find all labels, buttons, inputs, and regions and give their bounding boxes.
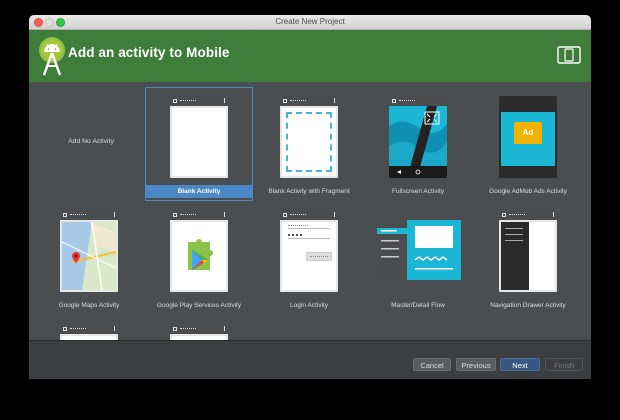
tile-preview bbox=[256, 88, 362, 182]
tile-row3-item-1[interactable] bbox=[36, 316, 142, 340]
tile-preview bbox=[146, 202, 252, 296]
activity-gallery[interactable]: Add No Activity Blank Activity Blank Act… bbox=[29, 82, 591, 340]
tile-preview bbox=[256, 202, 362, 296]
tile-preview bbox=[365, 202, 471, 296]
master-detail-illustration bbox=[377, 220, 461, 280]
tile-blank-activity-with-fragment[interactable]: Blank Activity with Fragment bbox=[256, 88, 362, 200]
phone-mockup: Ad bbox=[499, 96, 557, 178]
phone-mockup bbox=[170, 210, 228, 292]
ad-badge: Ad bbox=[514, 122, 542, 144]
next-button[interactable]: Next bbox=[500, 358, 540, 371]
tile-label: Fullscreen Activity bbox=[391, 188, 445, 195]
title-bar: Create New Project bbox=[29, 15, 591, 30]
wizard-footer: Cancel Previous Next Finish bbox=[29, 340, 591, 379]
tile-preview bbox=[146, 88, 252, 182]
fullscreen-wave-illustration bbox=[389, 106, 447, 178]
header-banner: Add an activity to Mobile bbox=[29, 30, 591, 82]
map-illustration bbox=[62, 222, 116, 290]
play-services-puzzle-icon bbox=[188, 239, 213, 270]
android-studio-logo-icon bbox=[39, 37, 65, 76]
tile-add-no-activity[interactable]: Add No Activity bbox=[38, 88, 144, 200]
phone-mockup bbox=[60, 210, 118, 292]
phone-mockup bbox=[170, 324, 228, 340]
tile-master-detail-flow[interactable]: Master/Detail Flow bbox=[365, 202, 471, 314]
tile-navigation-drawer-activity[interactable]: Navigation Drawer Activity bbox=[475, 202, 581, 314]
tile-preview bbox=[36, 316, 142, 340]
tile-preview bbox=[475, 202, 581, 296]
page-title: Add an activity to Mobile bbox=[68, 45, 230, 60]
tile-login-activity[interactable]: Login Activity bbox=[256, 202, 362, 314]
tile-google-maps-activity[interactable]: Google Maps Activity bbox=[36, 202, 142, 314]
tile-row3-item-2[interactable] bbox=[146, 316, 252, 340]
tile-label: Login Activity bbox=[290, 302, 328, 309]
cancel-button[interactable]: Cancel bbox=[413, 358, 451, 371]
tile-label: Blank Activity with Fragment bbox=[268, 188, 350, 195]
tile-google-play-services-activity[interactable]: Google Play Services Activity bbox=[146, 202, 252, 314]
tile-preview bbox=[365, 88, 471, 182]
tile-blank-activity[interactable]: Blank Activity bbox=[145, 87, 253, 201]
create-new-project-window: Create New Project Add an activity to Mo… bbox=[29, 15, 591, 379]
tile-label: Google Play Services Activity bbox=[156, 302, 242, 309]
phone-mockup bbox=[170, 96, 228, 178]
tile-label: Add No Activity bbox=[68, 138, 114, 145]
phone-mockup bbox=[389, 96, 447, 178]
tile-label: Blank Activity bbox=[146, 185, 252, 198]
tile-label: Google AdMob Ads Activity bbox=[489, 188, 567, 195]
tile-label: Navigation Drawer Activity bbox=[490, 302, 566, 309]
previous-button[interactable]: Previous bbox=[456, 358, 496, 371]
phone-mockup bbox=[499, 210, 557, 292]
tile-label: Master/Detail Flow bbox=[391, 302, 445, 309]
tile-preview bbox=[36, 202, 142, 296]
tile-preview: Ad bbox=[475, 88, 581, 182]
phone-mockup bbox=[280, 96, 338, 178]
tile-label: Google Maps Activity bbox=[58, 302, 120, 309]
tile-preview bbox=[146, 316, 252, 340]
phone-tablet-device-icon bbox=[557, 46, 581, 64]
phone-mockup bbox=[280, 210, 338, 292]
phone-mockup bbox=[60, 324, 118, 340]
tile-google-admob-ads-activity[interactable]: Ad Google AdMob Ads Activity bbox=[475, 88, 581, 200]
tile-fullscreen-activity[interactable]: Fullscreen Activity bbox=[365, 88, 471, 200]
finish-button: Finish bbox=[545, 358, 583, 371]
window-title: Create New Project bbox=[275, 17, 345, 26]
